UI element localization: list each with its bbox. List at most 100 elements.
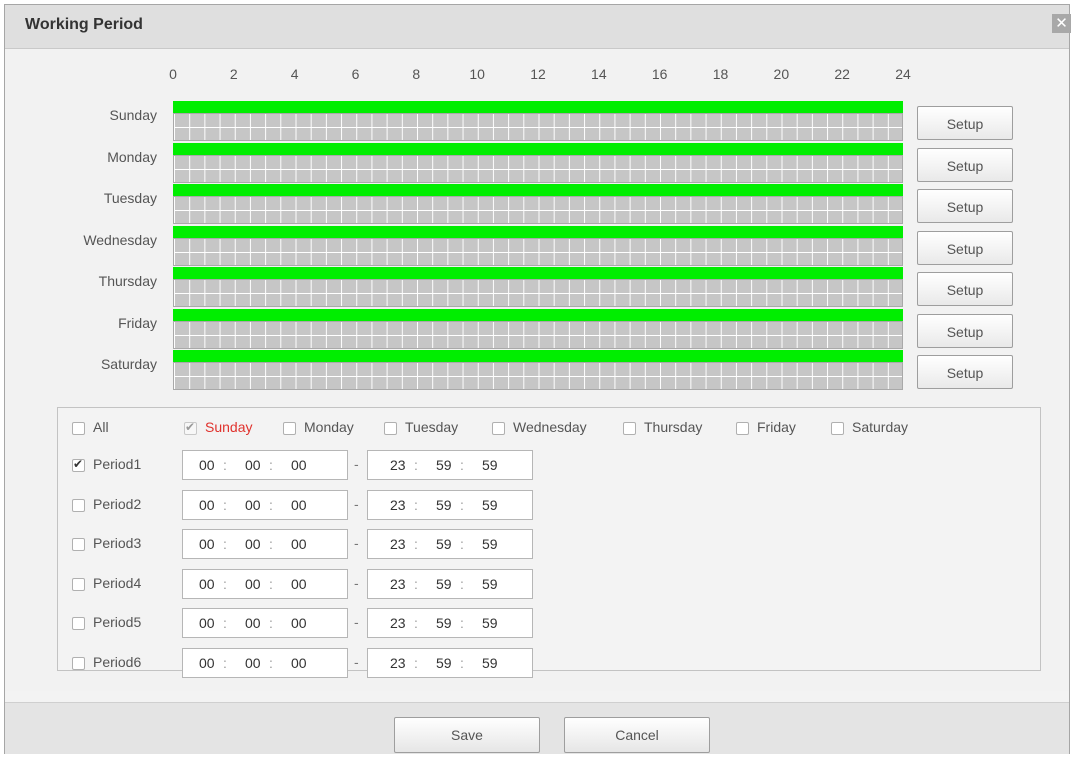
- day-checkbox-label: Wednesday: [513, 419, 587, 435]
- day-checkbox-saturday[interactable]: [831, 422, 844, 435]
- save-button[interactable]: Save: [394, 717, 540, 753]
- minute-field[interactable]: 59: [436, 615, 452, 631]
- setup-button-sunday[interactable]: Setup: [917, 106, 1013, 140]
- cancel-button[interactable]: Cancel: [564, 717, 710, 753]
- second-field[interactable]: 59: [482, 655, 498, 671]
- minute-field[interactable]: 59: [436, 536, 452, 552]
- end-time-input-3[interactable]: 23:59:59: [367, 529, 533, 559]
- hour-field[interactable]: 23: [390, 457, 406, 473]
- hour-field[interactable]: 00: [199, 615, 215, 631]
- second-field[interactable]: 00: [291, 655, 307, 671]
- start-time-input-3[interactable]: 00:00:00: [182, 529, 348, 559]
- schedule-bar-saturday[interactable]: [173, 350, 903, 392]
- schedule-bar-tuesday[interactable]: [173, 184, 903, 226]
- half-hour-grid[interactable]: [173, 113, 903, 141]
- minute-field[interactable]: 00: [245, 497, 261, 513]
- second-field[interactable]: 59: [482, 576, 498, 592]
- day-checkbox-label: Monday: [304, 419, 354, 435]
- minute-field[interactable]: 59: [436, 497, 452, 513]
- range-dash: -: [354, 495, 359, 512]
- second-field[interactable]: 59: [482, 457, 498, 473]
- active-period-segment: [173, 184, 903, 196]
- schedule-bar-monday[interactable]: [173, 142, 903, 185]
- hour-field[interactable]: 23: [390, 615, 406, 631]
- second-field[interactable]: 59: [482, 497, 498, 513]
- time-separator: :: [460, 575, 464, 592]
- close-icon[interactable]: ✕: [1052, 14, 1071, 33]
- day-checkbox-tuesday[interactable]: [384, 422, 397, 435]
- period-checkbox-3[interactable]: [72, 538, 85, 551]
- hour-field[interactable]: 00: [199, 457, 215, 473]
- start-time-input-2[interactable]: 00:00:00: [182, 489, 348, 520]
- half-hour-grid[interactable]: [173, 237, 903, 266]
- period-checkbox-4[interactable]: [72, 577, 85, 591]
- hour-field[interactable]: 23: [390, 576, 406, 592]
- end-time-input-2[interactable]: 23:59:59: [367, 489, 533, 520]
- setup-button-saturday[interactable]: Setup: [917, 355, 1013, 389]
- end-time-input-4[interactable]: 23:59:59: [367, 568, 533, 599]
- minute-field[interactable]: 59: [436, 655, 452, 671]
- minute-field[interactable]: 00: [245, 655, 261, 671]
- all-days-label: All: [93, 419, 109, 435]
- day-checkbox-wednesday[interactable]: [492, 422, 505, 435]
- hour-field[interactable]: 23: [390, 536, 406, 552]
- setup-button-monday[interactable]: Setup: [917, 147, 1013, 182]
- day-checkbox-label: Tuesday: [405, 419, 459, 435]
- day-checkbox-thursday[interactable]: [623, 422, 636, 435]
- period-checkbox-6[interactable]: [72, 656, 85, 670]
- active-period-segment: [173, 142, 903, 155]
- start-time-input-4[interactable]: 00:00:00: [182, 568, 348, 599]
- setup-button-tuesday[interactable]: Setup: [917, 189, 1013, 223]
- period-checkbox-1[interactable]: [72, 457, 85, 472]
- second-field[interactable]: 00: [291, 457, 307, 473]
- setup-button-wednesday[interactable]: Setup: [917, 230, 1013, 265]
- minute-field[interactable]: 00: [245, 615, 261, 631]
- minute-field[interactable]: 00: [245, 576, 261, 592]
- hour-field[interactable]: 00: [199, 497, 215, 513]
- half-hour-grid[interactable]: [173, 320, 903, 349]
- second-field[interactable]: 00: [291, 497, 307, 513]
- schedule-bar-sunday[interactable]: [173, 101, 903, 143]
- setup-button-friday[interactable]: Setup: [917, 313, 1013, 348]
- second-field[interactable]: 00: [291, 576, 307, 592]
- schedule-bar-thursday[interactable]: [173, 267, 903, 309]
- hour-field[interactable]: 00: [199, 576, 215, 592]
- half-hour-grid[interactable]: [173, 154, 903, 183]
- second-field[interactable]: 00: [291, 536, 307, 552]
- second-field[interactable]: 59: [482, 615, 498, 631]
- end-time-input-6[interactable]: 23:59:59: [367, 647, 533, 678]
- start-time-input-5[interactable]: 00:00:00: [182, 608, 348, 638]
- minute-field[interactable]: 00: [245, 536, 261, 552]
- day-checkbox-friday[interactable]: [736, 422, 749, 435]
- minute-field[interactable]: 59: [436, 457, 452, 473]
- active-period-segment: [173, 308, 903, 321]
- time-separator: :: [460, 654, 464, 671]
- period-label: Period2: [93, 495, 142, 512]
- hour-tick-label: 16: [651, 66, 668, 82]
- minute-field[interactable]: 59: [436, 576, 452, 592]
- minute-field[interactable]: 00: [245, 457, 261, 473]
- hour-field[interactable]: 00: [199, 536, 215, 552]
- setup-button-thursday[interactable]: Setup: [917, 272, 1013, 306]
- day-checkbox-monday[interactable]: [283, 422, 296, 435]
- start-time-input-6[interactable]: 00:00:00: [182, 647, 348, 678]
- end-time-input-1[interactable]: 23:59:59: [367, 450, 533, 480]
- hour-field[interactable]: 00: [199, 655, 215, 671]
- start-time-input-1[interactable]: 00:00:00: [182, 450, 348, 480]
- period-checkbox-5[interactable]: [72, 617, 85, 630]
- period-label: Period1: [93, 456, 142, 472]
- period-checkbox-2[interactable]: [72, 498, 85, 512]
- time-separator: :: [460, 496, 464, 513]
- schedule-bar-wednesday[interactable]: [173, 225, 903, 268]
- half-hour-grid[interactable]: [173, 196, 903, 224]
- time-separator: :: [269, 496, 273, 513]
- hour-field[interactable]: 23: [390, 497, 406, 513]
- second-field[interactable]: 00: [291, 615, 307, 631]
- schedule-bar-friday[interactable]: [173, 308, 903, 351]
- end-time-input-5[interactable]: 23:59:59: [367, 608, 533, 638]
- half-hour-grid[interactable]: [173, 279, 903, 307]
- hour-field[interactable]: 23: [390, 655, 406, 671]
- second-field[interactable]: 59: [482, 536, 498, 552]
- half-hour-grid[interactable]: [173, 362, 903, 390]
- all-days-checkbox[interactable]: [72, 422, 85, 435]
